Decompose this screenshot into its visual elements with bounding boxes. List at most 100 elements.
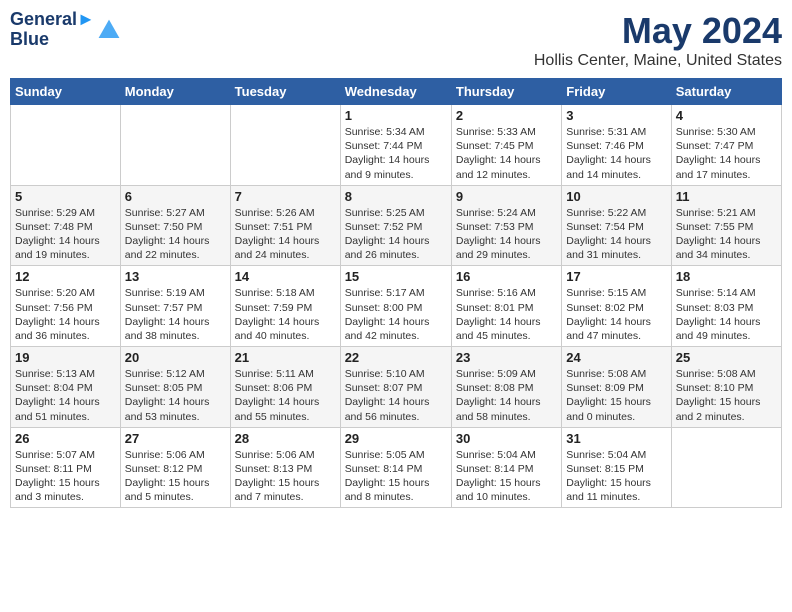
day-info: Sunrise: 5:19 AM Sunset: 7:57 PM Dayligh… [125,286,226,343]
calendar-cell: 21 Sunrise: 5:11 AM Sunset: 8:06 PM Dayli… [230,347,340,428]
day-info: Sunrise: 5:30 AM Sunset: 7:47 PM Dayligh… [676,125,777,182]
calendar-cell: 24 Sunrise: 5:08 AM Sunset: 8:09 PM Dayli… [562,347,671,428]
day-info: Sunrise: 5:04 AM Sunset: 8:15 PM Dayligh… [566,448,666,505]
weekday-header: Monday [120,79,230,105]
day-number: 20 [125,350,226,365]
calendar-cell: 20 Sunrise: 5:12 AM Sunset: 8:05 PM Dayli… [120,347,230,428]
day-number: 24 [566,350,666,365]
calendar-cell: 13 Sunrise: 5:19 AM Sunset: 7:57 PM Dayli… [120,266,230,347]
calendar-cell: 7 Sunrise: 5:26 AM Sunset: 7:51 PM Daylig… [230,185,340,266]
day-info: Sunrise: 5:31 AM Sunset: 7:46 PM Dayligh… [566,125,666,182]
calendar-week-row: 1 Sunrise: 5:34 AM Sunset: 7:44 PM Daylig… [11,105,782,186]
day-info: Sunrise: 5:06 AM Sunset: 8:12 PM Dayligh… [125,448,226,505]
month-title: May 2024 [534,10,782,52]
day-number: 16 [456,269,557,284]
calendar-week-row: 19 Sunrise: 5:13 AM Sunset: 8:04 PM Dayli… [11,347,782,428]
day-info: Sunrise: 5:11 AM Sunset: 8:06 PM Dayligh… [235,367,336,424]
day-info: Sunrise: 5:22 AM Sunset: 7:54 PM Dayligh… [566,206,666,263]
day-info: Sunrise: 5:18 AM Sunset: 7:59 PM Dayligh… [235,286,336,343]
weekday-header: Wednesday [340,79,451,105]
day-number: 27 [125,431,226,446]
day-info: Sunrise: 5:29 AM Sunset: 7:48 PM Dayligh… [15,206,116,263]
calendar-cell: 25 Sunrise: 5:08 AM Sunset: 8:10 PM Dayli… [671,347,781,428]
day-number: 5 [15,189,116,204]
day-number: 22 [345,350,447,365]
day-info: Sunrise: 5:21 AM Sunset: 7:55 PM Dayligh… [676,206,777,263]
day-info: Sunrise: 5:08 AM Sunset: 8:09 PM Dayligh… [566,367,666,424]
day-number: 18 [676,269,777,284]
calendar-cell: 26Sunrise: 5:07 AM Sunset: 8:11 PM Dayli… [11,427,121,508]
day-info: Sunrise: 5:33 AM Sunset: 7:45 PM Dayligh… [456,125,557,182]
day-info: Sunrise: 5:14 AM Sunset: 8:03 PM Dayligh… [676,286,777,343]
day-number: 15 [345,269,447,284]
weekday-header: Tuesday [230,79,340,105]
calendar-cell: 12 Sunrise: 5:20 AM Sunset: 7:56 PM Dayli… [11,266,121,347]
calendar-table: SundayMondayTuesdayWednesdayThursdayFrid… [10,78,782,508]
day-info: Sunrise: 5:12 AM Sunset: 8:05 PM Dayligh… [125,367,226,424]
weekday-header: Saturday [671,79,781,105]
weekday-header: Thursday [451,79,561,105]
calendar-cell: 2 Sunrise: 5:33 AM Sunset: 7:45 PM Daylig… [451,105,561,186]
weekday-header: Sunday [11,79,121,105]
calendar-cell: 6Sunrise: 5:27 AM Sunset: 7:50 PM Daylig… [120,185,230,266]
day-info: Sunrise: 5:26 AM Sunset: 7:51 PM Dayligh… [235,206,336,263]
day-number: 8 [345,189,447,204]
day-number: 26 [15,431,116,446]
day-number: 2 [456,108,557,123]
calendar-cell: 16 Sunrise: 5:16 AM Sunset: 8:01 PM Dayli… [451,266,561,347]
calendar-cell: 11 Sunrise: 5:21 AM Sunset: 7:55 PM Dayli… [671,185,781,266]
day-number: 1 [345,108,447,123]
calendar-week-row: 5 Sunrise: 5:29 AM Sunset: 7:48 PM Daylig… [11,185,782,266]
calendar-cell: 14 Sunrise: 5:18 AM Sunset: 7:59 PM Dayli… [230,266,340,347]
calendar-cell: 17Sunrise: 5:15 AM Sunset: 8:02 PM Dayli… [562,266,671,347]
day-info: Sunrise: 5:34 AM Sunset: 7:44 PM Dayligh… [345,125,447,182]
calendar-cell [671,427,781,508]
day-info: Sunrise: 5:13 AM Sunset: 8:04 PM Dayligh… [15,367,116,424]
day-number: 19 [15,350,116,365]
calendar-cell: 28 Sunrise: 5:06 AM Sunset: 8:13 PM Dayli… [230,427,340,508]
day-info: Sunrise: 5:05 AM Sunset: 8:14 PM Dayligh… [345,448,447,505]
day-number: 12 [15,269,116,284]
day-number: 3 [566,108,666,123]
calendar-cell: 3 Sunrise: 5:31 AM Sunset: 7:46 PM Daylig… [562,105,671,186]
calendar-week-row: 26Sunrise: 5:07 AM Sunset: 8:11 PM Dayli… [11,427,782,508]
logo-text: General►Blue [10,10,95,50]
day-number: 10 [566,189,666,204]
day-number: 25 [676,350,777,365]
calendar-cell: 29 Sunrise: 5:05 AM Sunset: 8:14 PM Dayli… [340,427,451,508]
calendar-week-row: 12 Sunrise: 5:20 AM Sunset: 7:56 PM Dayli… [11,266,782,347]
day-info: Sunrise: 5:25 AM Sunset: 7:52 PM Dayligh… [345,206,447,263]
title-block: May 2024 Hollis Center, Maine, United St… [534,10,782,70]
day-number: 14 [235,269,336,284]
day-info: Sunrise: 5:16 AM Sunset: 8:01 PM Dayligh… [456,286,557,343]
day-number: 7 [235,189,336,204]
day-number: 11 [676,189,777,204]
logo-icon [97,18,121,42]
day-number: 28 [235,431,336,446]
calendar-cell: 30 Sunrise: 5:04 AM Sunset: 8:14 PM Dayli… [451,427,561,508]
weekday-header: Friday [562,79,671,105]
day-number: 29 [345,431,447,446]
calendar-cell [120,105,230,186]
day-number: 21 [235,350,336,365]
logo: General►Blue [10,10,121,50]
calendar-cell: 15Sunrise: 5:17 AM Sunset: 8:00 PM Dayli… [340,266,451,347]
calendar-cell [230,105,340,186]
day-info: Sunrise: 5:06 AM Sunset: 8:13 PM Dayligh… [235,448,336,505]
calendar-cell: 9 Sunrise: 5:24 AM Sunset: 7:53 PM Daylig… [451,185,561,266]
day-number: 9 [456,189,557,204]
location: Hollis Center, Maine, United States [534,52,782,70]
page-header: General►Blue May 2024 Hollis Center, Mai… [10,10,782,70]
day-info: Sunrise: 5:20 AM Sunset: 7:56 PM Dayligh… [15,286,116,343]
day-info: Sunrise: 5:24 AM Sunset: 7:53 PM Dayligh… [456,206,557,263]
day-number: 30 [456,431,557,446]
day-info: Sunrise: 5:27 AM Sunset: 7:50 PM Dayligh… [125,206,226,263]
day-number: 13 [125,269,226,284]
calendar-cell: 31Sunrise: 5:04 AM Sunset: 8:15 PM Dayli… [562,427,671,508]
day-info: Sunrise: 5:04 AM Sunset: 8:14 PM Dayligh… [456,448,557,505]
calendar-cell: 10 Sunrise: 5:22 AM Sunset: 7:54 PM Dayli… [562,185,671,266]
day-info: Sunrise: 5:10 AM Sunset: 8:07 PM Dayligh… [345,367,447,424]
calendar-cell [11,105,121,186]
day-info: Sunrise: 5:08 AM Sunset: 8:10 PM Dayligh… [676,367,777,424]
day-number: 23 [456,350,557,365]
